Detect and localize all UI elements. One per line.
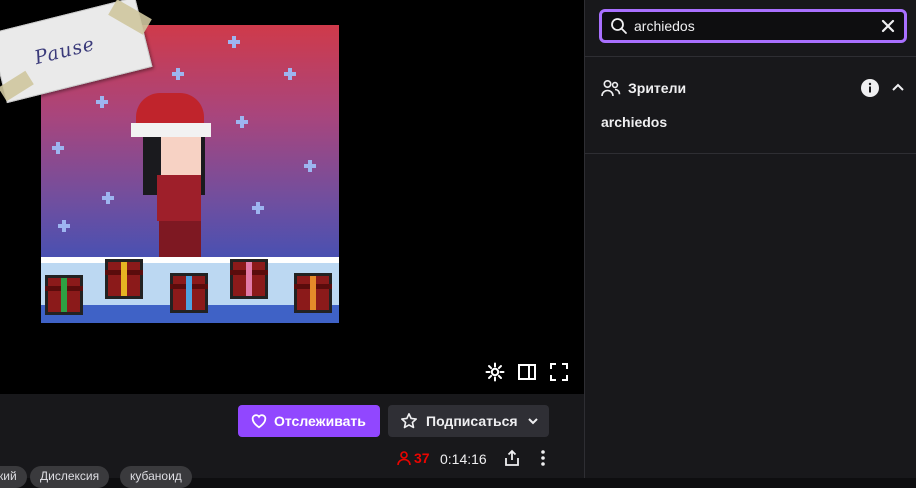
stream-tag[interactable]: Дислексия bbox=[30, 466, 110, 488]
divider bbox=[585, 56, 916, 57]
fullscreen-icon[interactable] bbox=[549, 362, 569, 382]
santa-hat-band bbox=[131, 123, 211, 137]
stream-tag[interactable]: кубаноид bbox=[120, 466, 192, 488]
gear-icon[interactable] bbox=[485, 362, 505, 382]
character-body bbox=[157, 175, 201, 221]
subscribe-button-label: Подписаться bbox=[426, 413, 518, 429]
gift-box bbox=[230, 259, 268, 299]
gift-box bbox=[294, 273, 332, 313]
gift-box bbox=[170, 273, 208, 313]
users-icon bbox=[601, 79, 621, 102]
sparkle-decoration bbox=[236, 116, 248, 128]
sparkle-decoration bbox=[102, 192, 114, 204]
sparkle-decoration bbox=[284, 68, 296, 80]
gift-box bbox=[105, 259, 143, 299]
divider bbox=[585, 153, 916, 154]
sparkle-decoration bbox=[172, 68, 184, 80]
stream-tag[interactable]: кий bbox=[0, 466, 27, 488]
video-player[interactable]: Pause bbox=[0, 0, 584, 394]
theatre-mode-icon[interactable] bbox=[517, 362, 537, 382]
info-icon[interactable] bbox=[861, 79, 879, 102]
search-field[interactable]: archiedos bbox=[599, 9, 907, 43]
character-face bbox=[161, 137, 201, 175]
search-input[interactable]: archiedos bbox=[634, 18, 695, 34]
more-options-icon[interactable] bbox=[538, 449, 548, 472]
character-legs bbox=[159, 221, 201, 257]
viewers-icon bbox=[396, 450, 412, 471]
search-icon bbox=[610, 17, 628, 35]
sparkle-decoration bbox=[228, 36, 240, 48]
sparkle-decoration bbox=[304, 160, 316, 172]
star-icon bbox=[400, 412, 418, 430]
gift-box bbox=[45, 275, 83, 315]
viewers-sidebar: archiedos Зрители archiedos bbox=[584, 0, 916, 478]
stream-uptime: 0:14:16 bbox=[440, 451, 487, 467]
follow-button-label: Отслеживать bbox=[274, 413, 366, 429]
subscribe-button[interactable]: Подписаться bbox=[388, 405, 549, 437]
chevron-down-icon bbox=[527, 415, 539, 427]
viewer-count: 37 bbox=[414, 450, 430, 466]
section-title: Зрители bbox=[628, 80, 687, 96]
sparkle-decoration bbox=[96, 96, 108, 108]
chevron-up-icon[interactable] bbox=[891, 81, 905, 100]
clear-search-icon[interactable] bbox=[880, 18, 896, 39]
sparkle-decoration bbox=[58, 220, 70, 232]
viewer-list-item[interactable]: archiedos bbox=[601, 114, 667, 130]
heart-icon bbox=[250, 412, 268, 430]
follow-button[interactable]: Отслеживать bbox=[238, 405, 380, 437]
sparkle-decoration bbox=[252, 202, 264, 214]
sparkle-decoration bbox=[52, 142, 64, 154]
share-icon[interactable] bbox=[503, 449, 521, 472]
